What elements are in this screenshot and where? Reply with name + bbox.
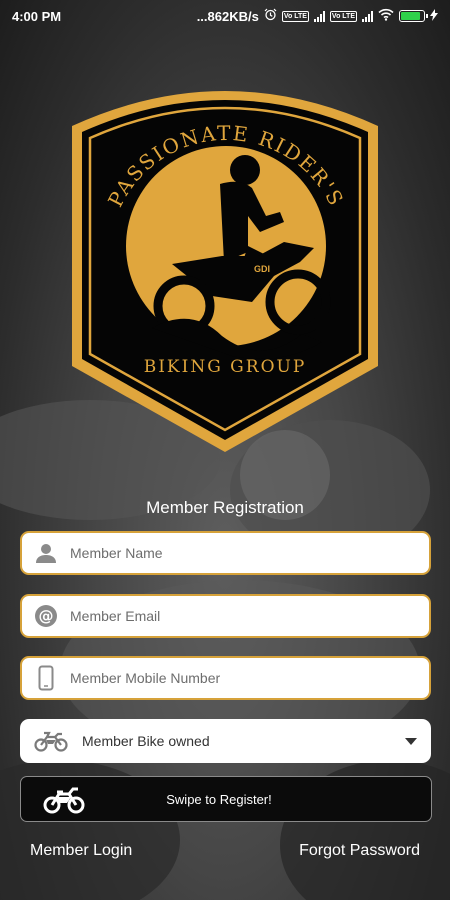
dropdown-caret-icon xyxy=(391,737,431,745)
forgot-password-link[interactable]: Forgot Password xyxy=(299,842,420,860)
status-time: 4:00 PM xyxy=(12,8,62,24)
member-name-input[interactable] xyxy=(70,533,429,573)
swipe-to-register-slider[interactable]: Swipe to Register! xyxy=(20,776,432,822)
status-icons: ...862KB/s Vo LTE Vo LTE xyxy=(197,8,438,24)
member-login-link[interactable]: Member Login xyxy=(30,842,132,860)
at-sign-icon: @ xyxy=(22,604,70,628)
volte-badge-2: Vo LTE xyxy=(329,10,357,22)
member-email-field[interactable]: @ xyxy=(20,594,431,638)
bike-owned-value: Member Bike owned xyxy=(82,733,210,749)
bike-owned-dropdown[interactable]: Member Bike owned xyxy=(20,719,431,763)
bike-plate: GDI xyxy=(254,264,270,274)
motorbike-icon xyxy=(20,730,82,752)
swipe-handle-motorbike-icon[interactable] xyxy=(21,784,107,814)
volte-badge-1: Vo LTE xyxy=(281,10,309,22)
alarm-icon xyxy=(264,8,277,24)
signal-icon-1 xyxy=(313,10,325,22)
person-icon xyxy=(22,542,70,564)
wifi-icon xyxy=(378,8,394,24)
signal-icon-2 xyxy=(362,10,373,22)
member-name-field[interactable] xyxy=(20,531,431,575)
battery-icon xyxy=(399,10,428,22)
status-bar: 4:00 PM ...862KB/s Vo LTE Vo LTE xyxy=(0,0,450,32)
logo-subtitle: BIKING GROUP xyxy=(144,357,307,377)
charging-icon xyxy=(430,8,438,24)
member-mobile-input[interactable] xyxy=(70,658,429,698)
member-email-input[interactable] xyxy=(70,596,429,636)
club-logo: GDI PASSIONATE RIDER'S BIKING GROUP xyxy=(52,66,398,452)
network-speed: ...862KB/s xyxy=(196,8,259,24)
swipe-label: Swipe to Register! xyxy=(166,791,272,807)
phone-icon xyxy=(22,665,70,691)
member-mobile-field[interactable] xyxy=(20,656,431,700)
page-title: Member Registration xyxy=(146,498,304,517)
svg-text:@: @ xyxy=(39,607,54,625)
